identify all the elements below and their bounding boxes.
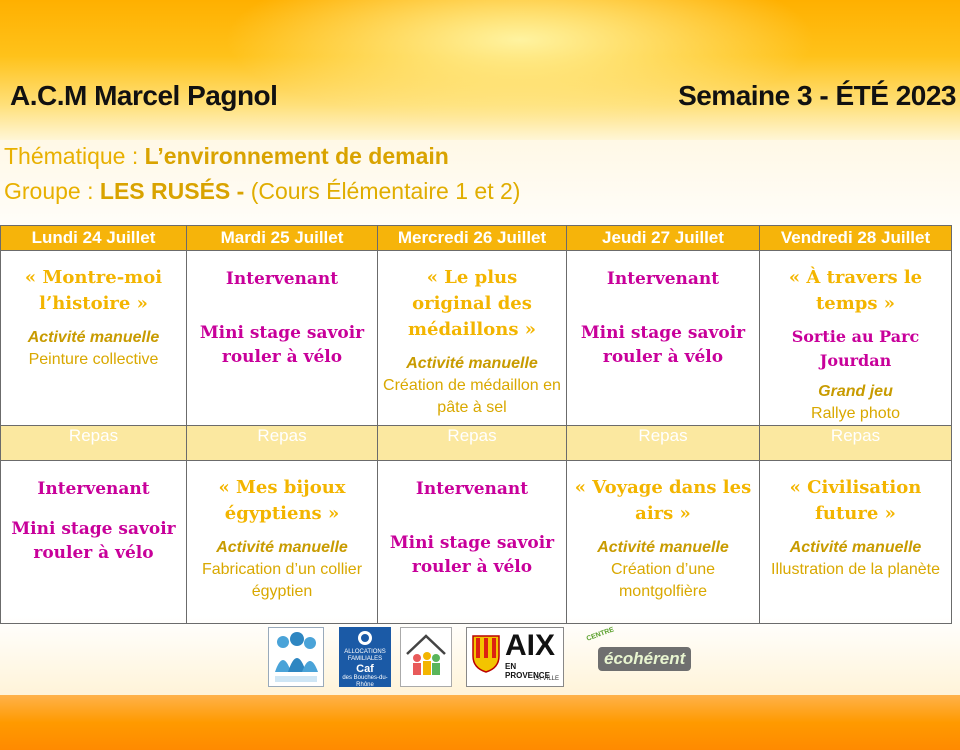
caf-emblem-icon [358, 631, 372, 645]
lunch-cell: Repas [0, 425, 187, 461]
activity-title: « Le plus original des médaillons » [407, 267, 536, 340]
week-title: Semaine 3 - ÉTÉ 2023 [678, 80, 956, 111]
lunch-cell: Repas [566, 425, 760, 461]
activity-subtitle: Mini stage savoir rouler à vélo [580, 323, 746, 367]
lunch-cell: Repas [186, 425, 378, 461]
caf-line2: Caf [356, 663, 374, 675]
activity-description: Peinture collective [28, 351, 159, 368]
activity-description: Création d’une montgolfière [610, 561, 716, 600]
activity-subtitle: Sortie au Parc Jourdan [791, 327, 920, 370]
center-name: A.C.M Marcel Pagnol [10, 80, 278, 111]
weekly-schedule-table: Lundi 24 Juillet Mardi 25 Juillet Mercre… [0, 225, 952, 624]
theme-label: Thématique : [4, 143, 139, 169]
day-header: Lundi 24 Juillet [0, 225, 187, 251]
afternoon-cell-tuesday: « Mes bijoux égyptiens » Activité manuel… [186, 460, 378, 624]
house-kids-logo [400, 627, 452, 687]
activity-title: « Mes bijoux égyptiens » [218, 477, 346, 524]
morning-cell-friday: « À travers le temps » Sortie au Parc Jo… [759, 250, 952, 426]
eco-name: écohérent [598, 647, 692, 671]
activity-title: « Montre-moi l’histoire » [24, 267, 163, 314]
family-center-logo [268, 627, 324, 687]
activity-subtitle: Mini stage savoir rouler à vélo [389, 533, 555, 577]
afternoon-cell-friday: « Civilisation future » Activité manuell… [759, 460, 952, 624]
morning-cell-monday: « Montre-moi l’histoire » Activité manue… [0, 250, 187, 426]
afternoon-cell-monday: Intervenant Mini stage savoir rouler à v… [0, 460, 187, 624]
morning-cell-wednesday: « Le plus original des médaillons » Acti… [377, 250, 567, 426]
activity-type: Activité manuelle [789, 539, 922, 556]
partner-logos: ALLOCATIONS FAMILIALES Caf des Bouches-d… [0, 626, 960, 689]
lunch-row: Repas Repas Repas Repas Repas [0, 425, 952, 461]
activity-type: Activité manuelle [597, 539, 729, 556]
activity-type: Activité manuelle [216, 539, 348, 556]
days-header-row: Lundi 24 Juillet Mardi 25 Juillet Mercre… [0, 225, 952, 251]
caf-line1: ALLOCATIONS FAMILIALES [344, 649, 386, 662]
morning-cell-tuesday: Intervenant Mini stage savoir rouler à v… [186, 250, 378, 426]
day-header: Mercredi 26 Juillet [377, 225, 567, 251]
aix-en-provence-logo: AIX EN PROVENCE LA VILLE [466, 627, 564, 687]
activity-type: Activité manuelle [27, 329, 160, 346]
activity-title: Intervenant [37, 479, 150, 499]
lunch-cell: Repas [377, 425, 567, 461]
afternoon-cell-wednesday: Intervenant Mini stage savoir rouler à v… [377, 460, 567, 624]
group-label: Groupe : [4, 178, 94, 204]
activity-description: Fabrication d’un collier égyptien [201, 561, 363, 600]
activity-title: « Voyage dans les airs » [574, 477, 752, 524]
activity-title: « Civilisation future » [789, 477, 922, 524]
day-header: Vendredi 28 Juillet [759, 225, 952, 251]
group-line: Groupe : LES RUSÉS - (Cours Élémentaire … [4, 178, 520, 205]
activity-title: Intervenant [415, 479, 529, 499]
afternoon-cell-thursday: « Voyage dans les airs » Activité manuel… [566, 460, 760, 624]
ecoherent-logo: CENTRE écohérent [576, 626, 694, 687]
footer-banner-background [0, 695, 960, 750]
activity-title: Intervenant [225, 269, 339, 289]
morning-cell-thursday: Intervenant Mini stage savoir rouler à v… [566, 250, 760, 426]
aix-coat-of-arms-icon [472, 635, 500, 673]
caf-logo: ALLOCATIONS FAMILIALES Caf des Bouches-d… [339, 627, 391, 688]
activity-description: Illustration de la planète [771, 561, 940, 578]
lunch-cell: Repas [759, 425, 952, 461]
day-header: Mardi 25 Juillet [186, 225, 378, 251]
day-header: Jeudi 27 Juillet [566, 225, 760, 251]
activity-title: Intervenant [606, 269, 720, 289]
group-name: LES RUSÉS - [99, 178, 245, 204]
afternoon-row: Intervenant Mini stage savoir rouler à v… [0, 460, 952, 624]
eco-tag: CENTRE [585, 626, 616, 643]
activity-description: Création de médaillon en pâte à sel [383, 377, 561, 416]
activity-subtitle: Mini stage savoir rouler à vélo [11, 519, 176, 563]
aix-main: AIX [505, 629, 556, 662]
activity-type: Activité manuelle [406, 355, 538, 372]
activity-subtitle: Mini stage savoir rouler à vélo [199, 323, 365, 367]
morning-row: « Montre-moi l’histoire » Activité manue… [0, 250, 952, 426]
group-detail: (Cours Élémentaire 1 et 2) [250, 178, 521, 204]
aix-tag: LA VILLE [533, 676, 559, 682]
activity-description: Rallye photo [811, 405, 900, 422]
activity-type: Grand jeu [818, 383, 893, 400]
theme-line: Thématique : L’environnement de demain [4, 143, 449, 170]
theme-value: L’environnement de demain [144, 143, 449, 169]
activity-title: « À travers le temps » [788, 267, 923, 314]
header-banner-background [0, 0, 960, 140]
caf-line3: des Bouches-du-Rhône [342, 675, 388, 688]
